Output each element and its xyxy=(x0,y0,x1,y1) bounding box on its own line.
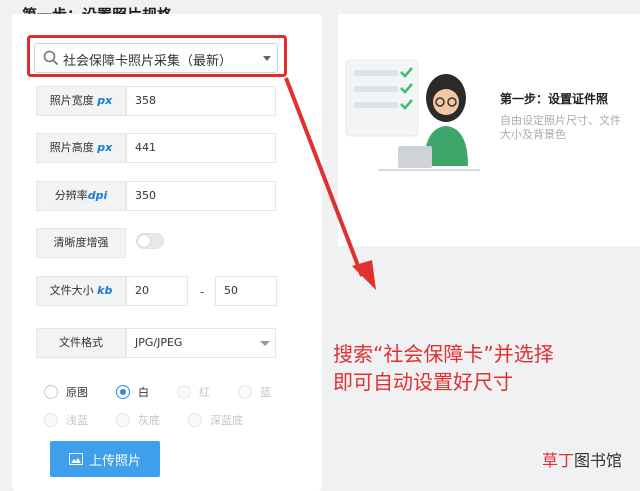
annotation-text: 搜索“社会保障卡”并选择 即可自动设置好尺寸 xyxy=(333,340,554,396)
annotation-line-2: 即可自动设置好尺寸 xyxy=(333,370,513,394)
annotation-arrow xyxy=(284,77,376,290)
watermark-black: 图书馆 xyxy=(574,451,623,470)
watermark: 草丁图书馆 xyxy=(542,447,622,471)
watermark-red: 草丁 xyxy=(542,451,575,470)
annotation-line-1: 搜索“社会保障卡”并选择 xyxy=(333,342,554,366)
